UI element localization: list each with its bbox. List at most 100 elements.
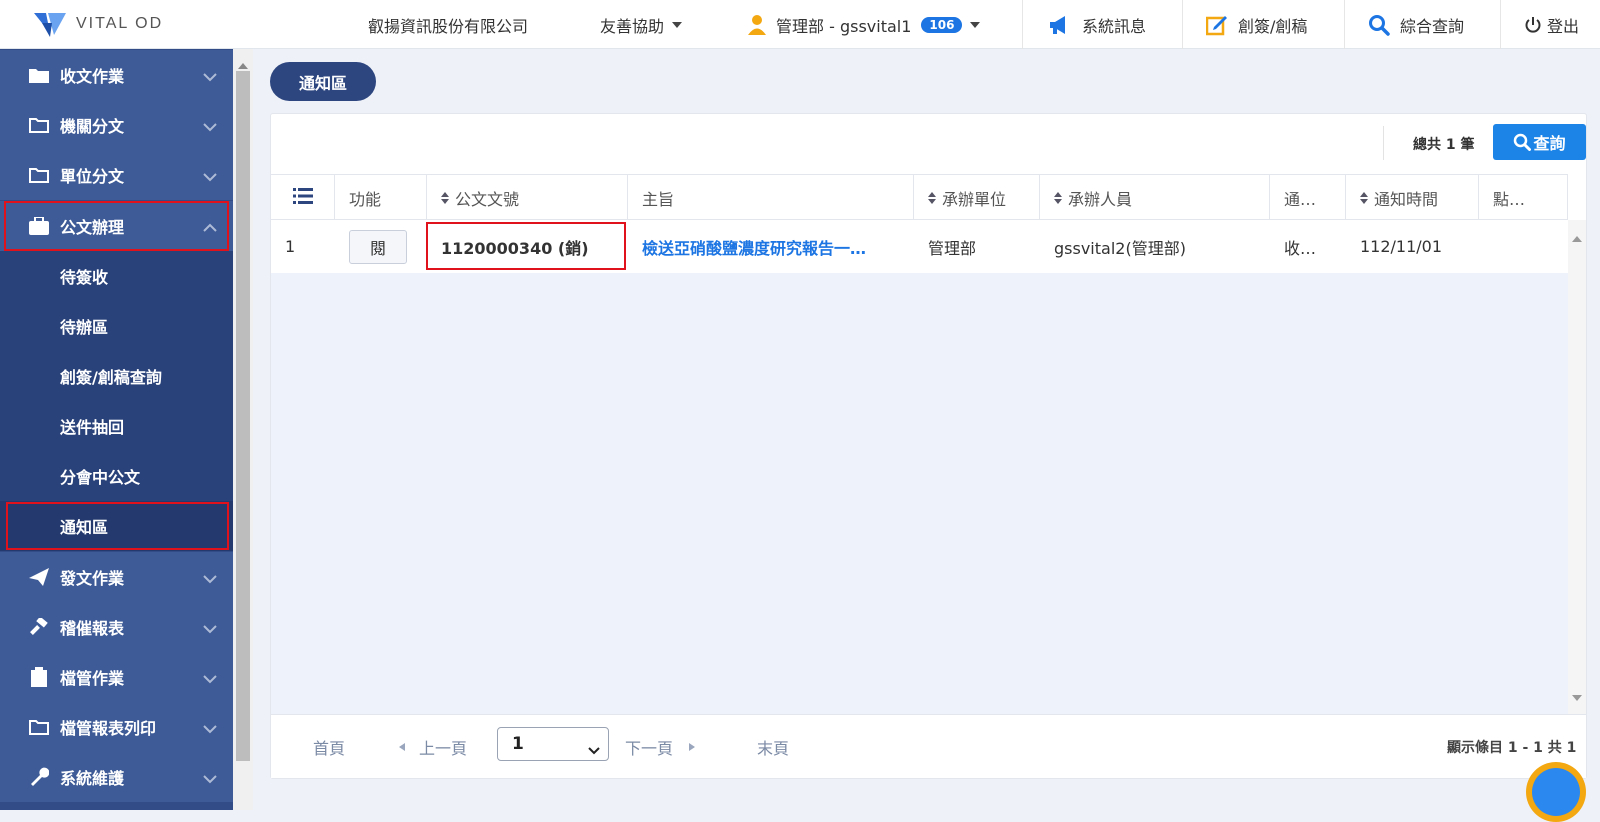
- sidebar-item-label: 檔管報表列印: [60, 719, 157, 738]
- prev-page-button[interactable]: 上一頁: [399, 715, 467, 779]
- sidebar-item-label: 機關分文: [60, 117, 125, 136]
- user-label: 管理部 - gssvital1: [776, 16, 912, 36]
- column-header-label: 功能: [349, 190, 382, 209]
- sidebar-item-archive[interactable]: 檔管作業: [0, 652, 233, 702]
- clicked-status: [1479, 220, 1568, 273]
- subject-link[interactable]: 檢送亞硝酸鹽濃度研究報告一…: [628, 220, 914, 273]
- sidebar-item-agency-dispatch[interactable]: 機關分文: [0, 100, 233, 150]
- assist-label: 友善協助: [600, 16, 665, 36]
- search-button[interactable]: 綜合查詢: [1368, 0, 1464, 49]
- column-header: 主旨: [628, 175, 914, 221]
- row-index: 1: [285, 237, 296, 256]
- column-header-label: 通知時間: [1374, 190, 1439, 209]
- sort-icon: [441, 192, 449, 204]
- scroll-up-icon[interactable]: [1572, 228, 1582, 247]
- notify-type: 收…: [1284, 238, 1317, 258]
- column-header[interactable]: 通知時間: [1346, 175, 1479, 221]
- user-menu[interactable]: 管理部 - gssvital1 106: [748, 0, 981, 49]
- sidebar-item-unit-dispatch[interactable]: 單位分文: [0, 150, 233, 200]
- chevron-right-icon: [689, 743, 696, 751]
- sidebar-item-label: 單位分文: [60, 167, 125, 186]
- sidebar-subitem-label: 分會中公文: [60, 468, 141, 487]
- chevron-down-icon: [203, 719, 217, 738]
- folder-open-icon: [28, 717, 50, 737]
- open-button[interactable]: 閱: [349, 230, 407, 264]
- sort-icon: [1360, 192, 1368, 204]
- megaphone-icon: [1048, 15, 1072, 35]
- first-page-button[interactable]: 首頁: [313, 715, 345, 779]
- chevron-down-icon: [672, 21, 683, 28]
- table-body: 1 閱 1120000340 (銷) 檢送亞硝酸鹽濃度研究報告一… 管理部 gs…: [271, 220, 1568, 714]
- column-settings[interactable]: [271, 175, 335, 221]
- chevron-left-icon: [399, 743, 405, 751]
- pagination: 首頁 上一頁 1 下一頁 末頁 顯示條目 1 - 1 共 1: [271, 714, 1586, 778]
- page-select[interactable]: 1: [497, 727, 609, 761]
- sidebar-item-archive-print[interactable]: 檔管報表列印: [0, 702, 233, 752]
- table-header: 功能 公文文號 主旨 承辦單位 承辦人員 通… 通知時間 點…: [271, 174, 1568, 221]
- sidebar-subitem-pending-receipt[interactable]: 待簽收: [0, 251, 233, 301]
- sidebar-item-dispatch[interactable]: 發文作業: [0, 552, 233, 602]
- scroll-thumb[interactable]: [236, 71, 250, 761]
- search-icon: [1513, 133, 1532, 151]
- column-header-label: 承辦人員: [1068, 190, 1133, 209]
- chevron-down-icon: [203, 117, 217, 136]
- next-page-label: 下一頁: [625, 739, 674, 758]
- notification-badge: 106: [921, 16, 963, 33]
- logo-text: VITAL OD: [76, 15, 164, 32]
- scroll-down-icon[interactable]: [1572, 687, 1582, 706]
- chevron-down-icon: [970, 21, 981, 28]
- notify-time: 112/11/01: [1360, 237, 1443, 256]
- column-header-label: 通…: [1284, 190, 1317, 209]
- divider: [1383, 126, 1384, 160]
- sidebar-subitem-withdraw[interactable]: 送件抽回: [0, 401, 233, 451]
- sidebar-item-receive[interactable]: 收文作業: [0, 50, 233, 100]
- column-header-label: 主旨: [642, 190, 675, 209]
- sidebar-scrollbar[interactable]: [233, 49, 253, 810]
- assist-menu[interactable]: 友善協助: [600, 0, 683, 49]
- folder-icon: [28, 65, 50, 85]
- divider: [1500, 0, 1501, 49]
- sidebar-item-urge-report[interactable]: 稽催報表: [0, 602, 233, 652]
- query-button[interactable]: 查詢: [1493, 124, 1586, 160]
- folder-open-icon: [28, 115, 50, 135]
- system-msg-label: 系統訊息: [1082, 16, 1147, 36]
- divider: [1182, 0, 1183, 49]
- logout-button[interactable]: 登出: [1525, 0, 1579, 49]
- column-header[interactable]: 承辦單位: [914, 175, 1040, 221]
- next-page-button[interactable]: 下一頁: [625, 715, 696, 779]
- page-select-value: 1: [512, 734, 524, 754]
- column-header[interactable]: 公文文號: [427, 175, 628, 221]
- handler: gssvital2(管理部): [1054, 238, 1186, 258]
- column-header: 功能: [335, 175, 427, 221]
- table-scrollbar[interactable]: [1568, 220, 1586, 714]
- company-name: 叡揚資訊股份有限公司: [368, 16, 529, 36]
- chatbot-button[interactable]: [1526, 762, 1586, 822]
- vital-logo-icon: [32, 9, 68, 39]
- sidebar-subitem-label: 待辦區: [60, 318, 109, 337]
- folder-open-icon: [28, 165, 50, 185]
- sidebar-subitem-todo[interactable]: 待辦區: [0, 301, 233, 351]
- sidebar-subitem-in-countersign[interactable]: 分會中公文: [0, 451, 233, 501]
- clipboard-icon: [28, 667, 50, 687]
- sidebar-subitem-create-query[interactable]: 創簽/創稿查詢: [0, 351, 233, 401]
- column-header[interactable]: 通…: [1270, 175, 1346, 221]
- create-sign-button[interactable]: 創簽/創稿: [1206, 0, 1307, 49]
- sidebar-item-label: 發文作業: [60, 569, 125, 588]
- sidebar-item-label: 稽催報表: [60, 619, 125, 638]
- logo[interactable]: VITAL OD: [32, 8, 163, 40]
- gavel-icon: [28, 617, 50, 637]
- tab-notification[interactable]: 通知區: [270, 62, 376, 101]
- divider: [1022, 0, 1023, 49]
- handling-dept: 管理部: [928, 238, 977, 258]
- search-label: 綜合查詢: [1400, 16, 1465, 36]
- sidebar-item-maintenance[interactable]: 系統維護: [0, 752, 233, 802]
- highlight-box: [6, 502, 229, 550]
- column-header[interactable]: 點…: [1479, 175, 1568, 221]
- sidebar-subitem-label: 創簽/創稿查詢: [60, 368, 162, 387]
- list-icon: [292, 187, 313, 209]
- last-page-button[interactable]: 末頁: [757, 715, 789, 779]
- chevron-down-icon: [588, 740, 600, 760]
- system-msg-button[interactable]: 系統訊息: [1048, 0, 1146, 49]
- column-header[interactable]: 承辦人員: [1040, 175, 1270, 221]
- highlight-box: [4, 201, 229, 251]
